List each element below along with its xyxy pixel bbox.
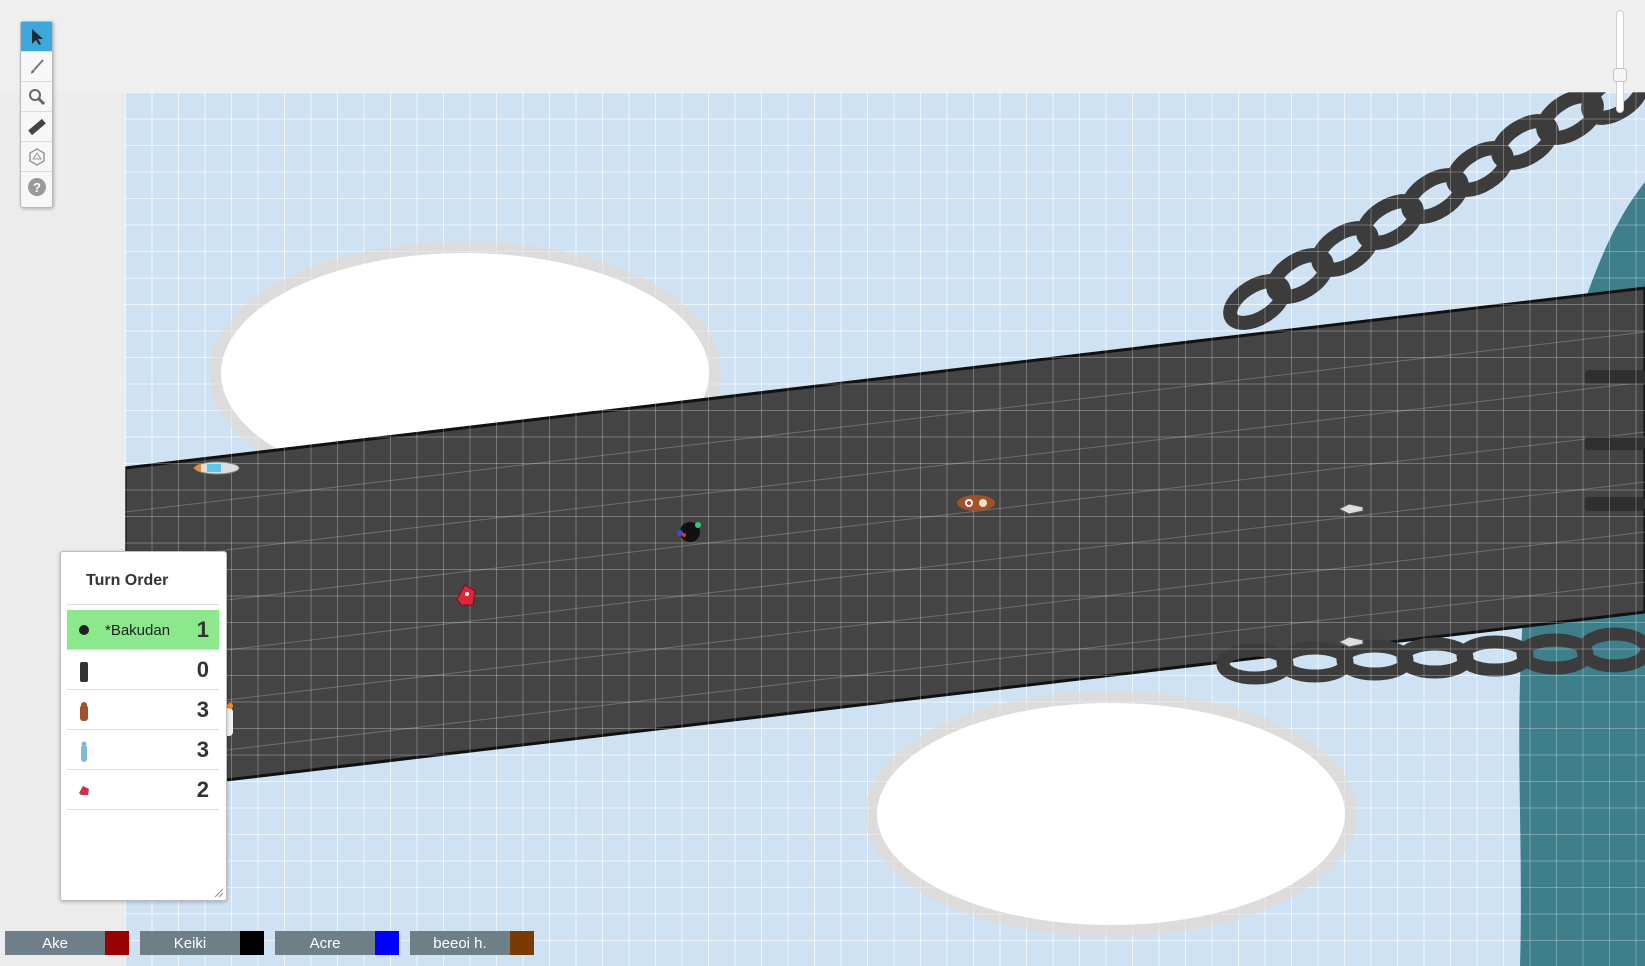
d20-icon <box>28 147 45 166</box>
token-icon <box>79 625 89 635</box>
dice-tool[interactable] <box>21 142 52 172</box>
token-vehicle[interactable] <box>191 457 243 479</box>
pointer-icon <box>31 28 43 45</box>
lower-ellipse <box>865 691 1357 937</box>
token-small-ship-2[interactable] <box>1337 634 1365 650</box>
toolbar: ? <box>20 21 53 208</box>
player-beeoi[interactable]: beeoi h. <box>410 931 534 955</box>
zoom-handle[interactable] <box>1613 68 1627 82</box>
player-color-swatch[interactable] <box>375 931 399 955</box>
turn-order-entry[interactable]: 2 <box>67 770 219 810</box>
entry-name: *Bakudan <box>105 622 171 639</box>
token-small-ship-1[interactable] <box>1337 501 1365 517</box>
help-tool[interactable]: ? <box>21 172 52 202</box>
question-icon: ? <box>27 178 46 196</box>
player-color-swatch[interactable] <box>105 931 129 955</box>
turn-order-panel: Turn Order *Bakudan 1 0 3 3 2 <box>60 551 227 901</box>
magnifier-icon <box>28 88 45 105</box>
initiative-value[interactable]: 2 <box>197 777 209 803</box>
token-bakudan[interactable] <box>670 517 706 547</box>
map-scene <box>125 92 1645 966</box>
map-canvas[interactable] <box>125 92 1645 966</box>
player-name[interactable]: Ake <box>5 931 105 955</box>
turn-order-list: *Bakudan 1 0 3 3 2 <box>67 610 219 810</box>
ruler-icon <box>27 118 46 135</box>
player-keiki[interactable]: Keiki <box>140 931 264 955</box>
turn-order-title: Turn Order <box>86 572 169 589</box>
token-icon <box>81 741 87 762</box>
initiative-value[interactable]: 0 <box>197 657 209 683</box>
svg-text:?: ? <box>33 180 41 195</box>
player-ake[interactable]: Ake <box>5 931 129 955</box>
turn-order-entry[interactable]: 0 <box>67 650 219 690</box>
zoom-tool[interactable] <box>21 82 52 112</box>
zoom-slider[interactable] <box>1613 10 1627 113</box>
token-icon <box>80 702 88 721</box>
initiative-value[interactable]: 3 <box>197 697 209 723</box>
player-name[interactable]: beeoi h. <box>410 931 510 955</box>
select-tool[interactable] <box>21 22 52 52</box>
player-color-swatch[interactable] <box>510 931 534 955</box>
token-red-creature[interactable] <box>453 581 479 609</box>
turn-order-entry[interactable]: 3 <box>67 690 219 730</box>
player-name[interactable]: Keiki <box>140 931 240 955</box>
player-acre[interactable]: Acre <box>275 931 399 955</box>
player-color-swatch[interactable] <box>240 931 264 955</box>
token-icon <box>79 786 89 795</box>
measure-tool[interactable] <box>21 112 52 142</box>
token-icon <box>80 662 88 682</box>
token-brown-creature[interactable] <box>953 490 999 516</box>
player-name[interactable]: Acre <box>275 931 375 955</box>
turn-order-entry[interactable]: *Bakudan 1 <box>67 610 219 650</box>
resize-grip-icon[interactable] <box>214 888 224 898</box>
draw-tool[interactable] <box>21 52 52 82</box>
turn-order-entry[interactable]: 3 <box>67 730 219 770</box>
divider <box>67 604 219 605</box>
initiative-value[interactable]: 3 <box>197 737 209 763</box>
initiative-value[interactable]: 1 <box>197 617 209 643</box>
canvas-top-area <box>0 0 1645 92</box>
brush-icon <box>30 58 44 74</box>
zoom-track[interactable] <box>1616 10 1624 113</box>
